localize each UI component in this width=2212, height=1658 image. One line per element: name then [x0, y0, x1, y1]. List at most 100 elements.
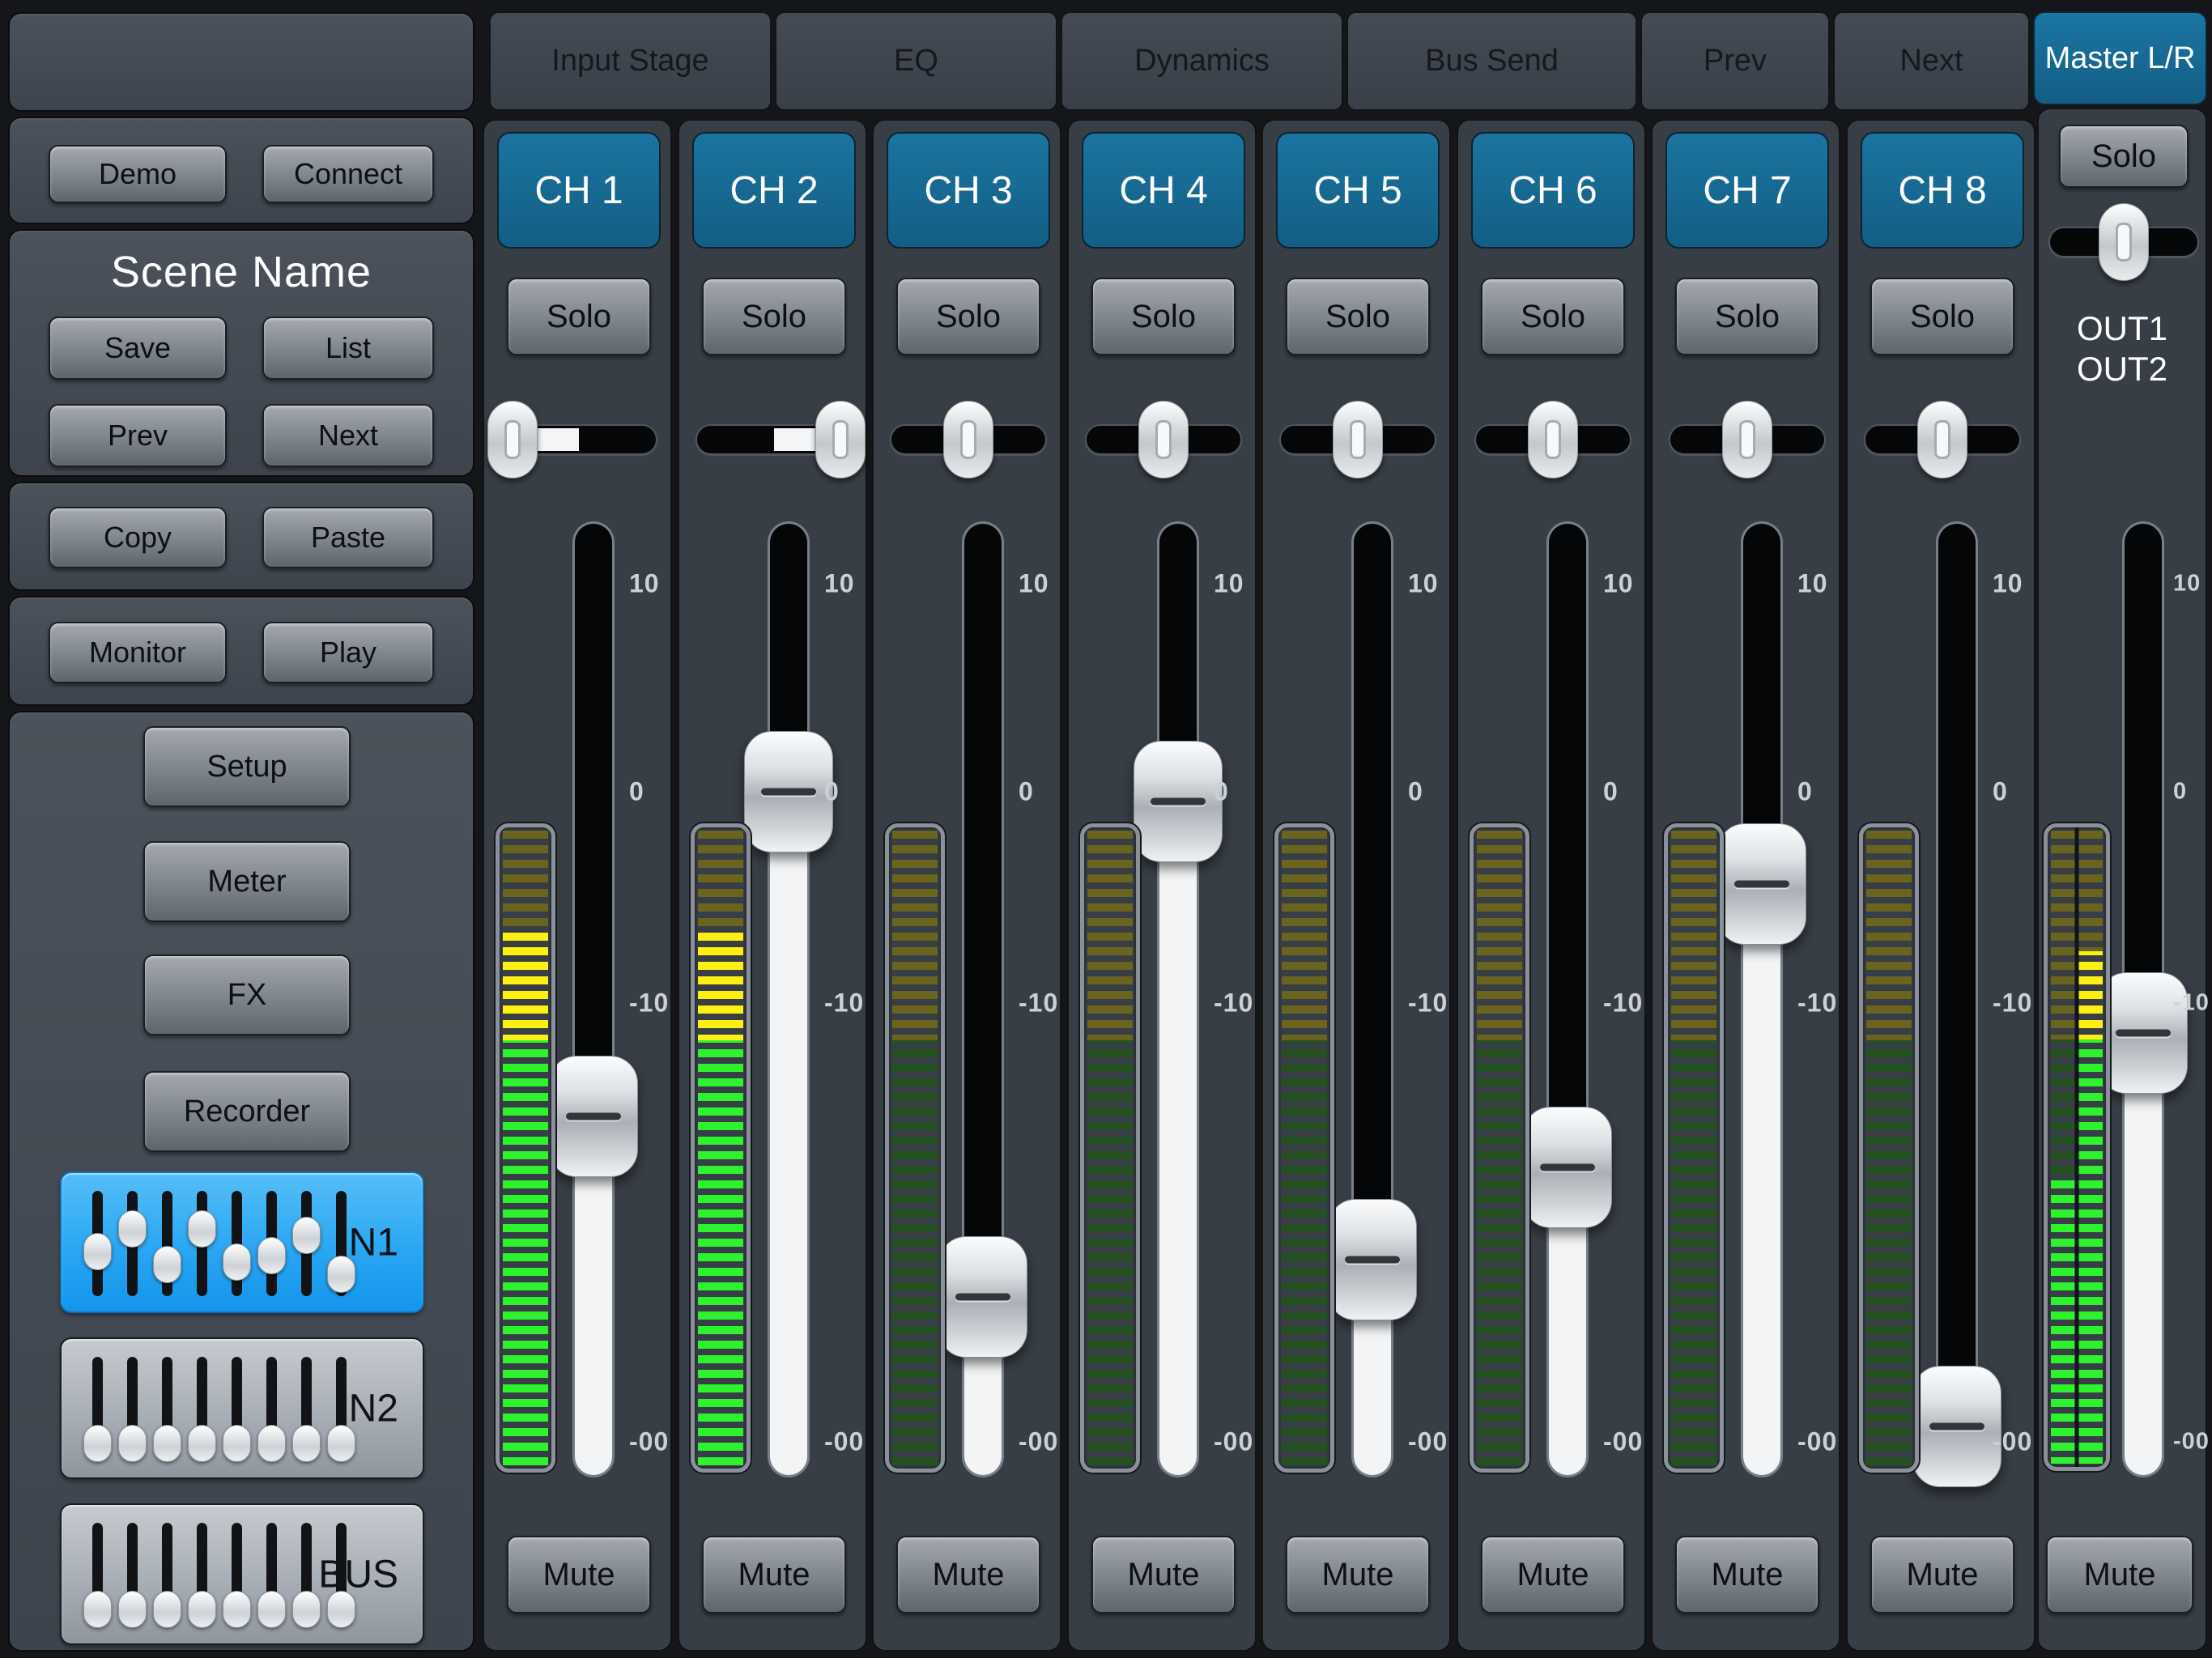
- meter-segment-grid: [892, 831, 938, 1465]
- demo-button[interactable]: Demo: [49, 145, 227, 203]
- mini-fader-knob: [257, 1237, 286, 1275]
- pan-slider[interactable]: [1279, 401, 1436, 478]
- fader-knob[interactable]: [1328, 1199, 1417, 1321]
- fader-track[interactable]: [1938, 524, 1976, 1475]
- setup-button[interactable]: Setup: [143, 726, 351, 807]
- channel-name-button[interactable]: CH 5: [1276, 132, 1440, 249]
- pan-knob[interactable]: [2099, 203, 2149, 281]
- level-meter: [885, 823, 945, 1473]
- mute-button[interactable]: Mute: [1481, 1536, 1625, 1613]
- pan-slider[interactable]: [1669, 401, 1826, 478]
- pan-knob[interactable]: [1917, 401, 1967, 478]
- pan-knob[interactable]: [943, 401, 993, 478]
- solo-button[interactable]: Solo: [1286, 278, 1430, 355]
- mini-fader-knob: [257, 1425, 286, 1462]
- meter-bar: [503, 831, 548, 1465]
- tab-input-stage[interactable]: Input Stage: [489, 11, 772, 111]
- channel-name-button[interactable]: CH 6: [1471, 132, 1635, 249]
- solo-button[interactable]: Solo: [507, 278, 651, 355]
- paste-button[interactable]: Paste: [262, 507, 434, 568]
- fader-track[interactable]: [770, 524, 807, 1475]
- pan-knob[interactable]: [1528, 401, 1578, 478]
- bank-button-in2[interactable]: IN2: [60, 1337, 424, 1479]
- mute-button[interactable]: Mute: [1091, 1536, 1236, 1613]
- mute-button[interactable]: Mute: [2046, 1536, 2193, 1613]
- solo-button[interactable]: Solo: [896, 278, 1040, 355]
- pan-slider[interactable]: [1864, 401, 2021, 478]
- channel-name-button[interactable]: CH 8: [1861, 132, 2024, 249]
- fader-scale-label: -10: [2173, 989, 2210, 1016]
- mute-button[interactable]: Mute: [507, 1536, 651, 1613]
- solo-button[interactable]: Solo: [702, 278, 846, 355]
- solo-button[interactable]: Solo: [1675, 278, 1819, 355]
- channel-name-button[interactable]: CH 4: [1082, 132, 1245, 249]
- channel-name-button[interactable]: CH 3: [887, 132, 1050, 249]
- mute-button[interactable]: Mute: [1675, 1536, 1819, 1613]
- pan-knob[interactable]: [1333, 401, 1383, 478]
- bank-button-bus[interactable]: BUS: [60, 1503, 424, 1645]
- tab-master-lr[interactable]: Master L/R: [2033, 11, 2207, 105]
- solo-button[interactable]: Solo: [2059, 125, 2189, 188]
- fader-knob[interactable]: [1523, 1107, 1612, 1229]
- connect-button[interactable]: Connect: [262, 145, 434, 203]
- fader-fill: [1743, 884, 1780, 1475]
- tab-dynamics[interactable]: Dynamics: [1061, 11, 1343, 111]
- mini-fader-track: [257, 1523, 286, 1628]
- pan-knob[interactable]: [1138, 401, 1189, 478]
- play-button[interactable]: Play: [262, 622, 434, 683]
- solo-button[interactable]: Solo: [1870, 278, 2014, 355]
- pan-slider[interactable]: [1085, 401, 1242, 478]
- fader-knob[interactable]: [1134, 741, 1223, 863]
- pan-slider[interactable]: [487, 401, 657, 478]
- pan-knob[interactable]: [815, 401, 866, 478]
- mute-button[interactable]: Mute: [896, 1536, 1040, 1613]
- pan-slider[interactable]: [696, 401, 866, 478]
- tab-next[interactable]: Next: [1833, 11, 2030, 111]
- fader-scale-label: -00: [1797, 1426, 1838, 1456]
- fx-button[interactable]: FX: [143, 954, 351, 1035]
- fader-track[interactable]: [575, 524, 612, 1475]
- channel-name-button[interactable]: CH 7: [1665, 132, 1829, 249]
- meter-bar: [1477, 831, 1522, 1465]
- pan-slider[interactable]: [890, 401, 1047, 478]
- tab-eq[interactable]: EQ: [775, 11, 1057, 111]
- scene-next-button[interactable]: Next: [262, 404, 434, 467]
- fader-track[interactable]: [1549, 524, 1586, 1475]
- mini-fader-knob: [292, 1425, 321, 1462]
- fader-track[interactable]: [1159, 524, 1197, 1475]
- recorder-button[interactable]: Recorder: [143, 1071, 351, 1152]
- fader-knob[interactable]: [549, 1056, 638, 1178]
- fader-track[interactable]: [1354, 524, 1391, 1475]
- meter-bar: [1866, 831, 1912, 1465]
- mute-button[interactable]: Mute: [702, 1536, 846, 1613]
- solo-button[interactable]: Solo: [1091, 278, 1236, 355]
- scene-save-button[interactable]: Save: [49, 317, 227, 380]
- channel-name-button[interactable]: CH 2: [692, 132, 856, 249]
- fader-scale-label: 10: [824, 568, 855, 598]
- mute-button[interactable]: Mute: [1286, 1536, 1430, 1613]
- fader-knob[interactable]: [744, 731, 833, 853]
- mini-fader-knob: [118, 1591, 147, 1628]
- solo-button[interactable]: Solo: [1481, 278, 1625, 355]
- channel-name-button[interactable]: CH 1: [497, 132, 661, 249]
- scene-list-button[interactable]: List: [262, 317, 434, 380]
- pan-knob[interactable]: [1722, 401, 1772, 478]
- master-output-labels: OUT1 OUT2: [2076, 309, 2167, 388]
- pan-knob[interactable]: [487, 401, 538, 478]
- tab-prev[interactable]: Prev: [1640, 11, 1830, 111]
- tab-bus-send[interactable]: Bus Send: [1346, 11, 1637, 111]
- pan-slider[interactable]: [1474, 401, 1631, 478]
- monitor-button[interactable]: Monitor: [49, 622, 227, 683]
- mute-button[interactable]: Mute: [1870, 1536, 2014, 1613]
- scene-prev-button[interactable]: Prev: [49, 404, 227, 467]
- meter-button[interactable]: Meter: [143, 841, 351, 922]
- fader-knob[interactable]: [1717, 823, 1806, 946]
- fader-knob[interactable]: [1912, 1366, 2001, 1488]
- level-meter: [1859, 823, 1919, 1473]
- bank-button-in1[interactable]: IN1: [60, 1171, 424, 1313]
- copy-button[interactable]: Copy: [49, 507, 227, 568]
- pan-slider[interactable]: [2048, 203, 2199, 281]
- fader-track[interactable]: [1743, 524, 1780, 1475]
- fader-knob[interactable]: [938, 1236, 1027, 1358]
- mini-fader-knob: [83, 1591, 112, 1628]
